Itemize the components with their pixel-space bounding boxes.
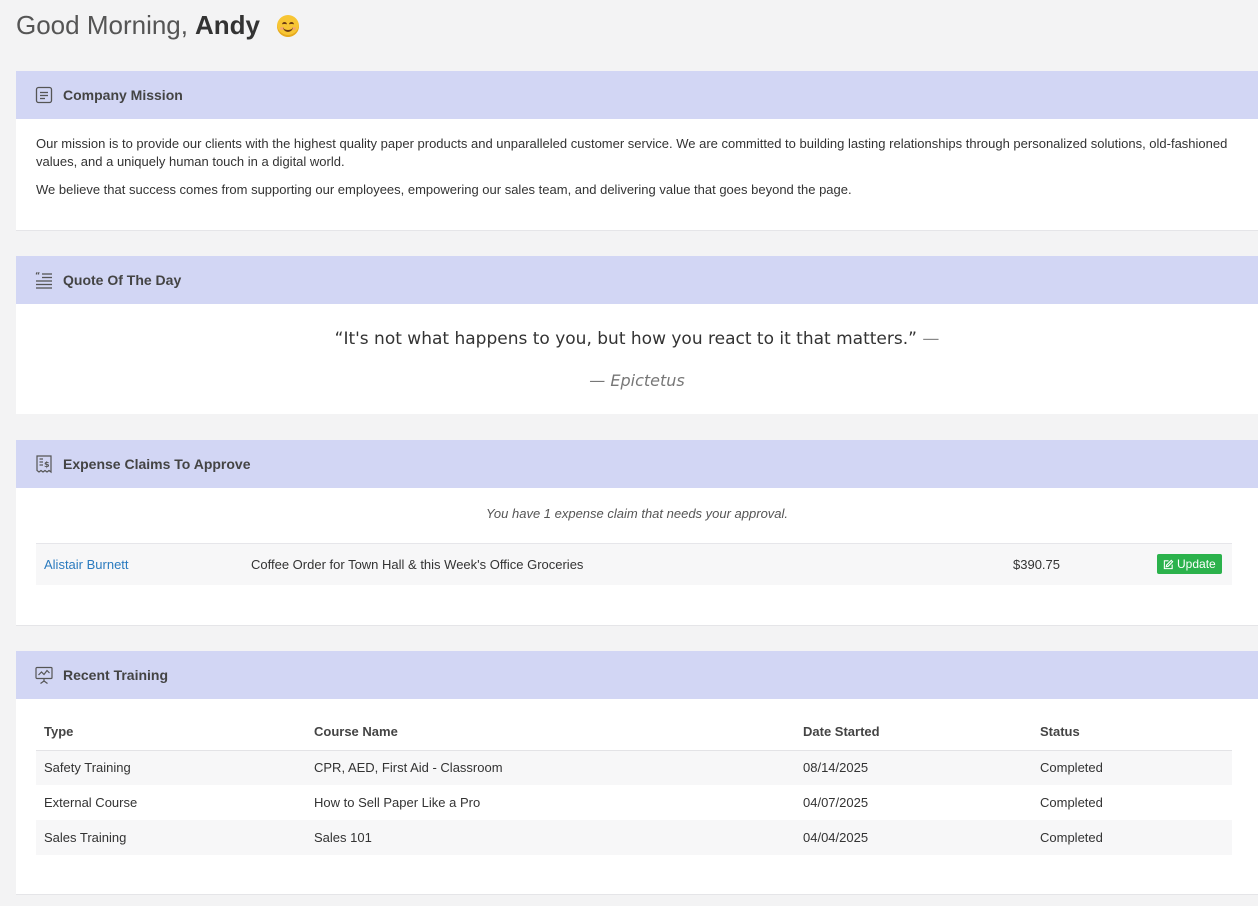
svg-text:$: $ [44, 460, 50, 469]
table-row: Safety Training CPR, AED, First Aid - Cl… [36, 750, 1232, 785]
mission-paragraph: Our mission is to provide our clients wi… [36, 136, 1228, 169]
company-mission-title: Company Mission [63, 87, 183, 103]
expense-claims-note: You have 1 expense claim that needs your… [485, 506, 789, 521]
greeting-user-name: Andy [194, 10, 260, 40]
svg-text:“: “ [35, 271, 40, 280]
training-table: Type Course Name Date Started Status Saf… [36, 714, 1232, 855]
update-claim-label: Update [1177, 557, 1216, 571]
quote-of-the-day-panel: “ Quote Of The Day “It's not what happen… [16, 256, 1258, 414]
training-status: Completed [1040, 795, 1103, 810]
quote-author: — Epictetus [589, 371, 685, 390]
recent-training-panel: Recent Training Type Course Name Date St… [16, 651, 1258, 895]
expense-claim-row: Alistair Burnett Coffee Order for Town H… [36, 543, 1232, 585]
quote-list-icon: “ [34, 270, 54, 290]
table-row: External Course How to Sell Paper Like a… [36, 785, 1232, 820]
company-mission-body: Our mission is to provide our clients wi… [16, 119, 1258, 215]
quote-text: “It's not what happens to you, but how y… [16, 329, 1258, 349]
training-table-header-row: Type Course Name Date Started Status [36, 714, 1232, 751]
presentation-chart-icon [34, 665, 54, 685]
claim-description: Coffee Order for Town Hall & this Week's… [251, 557, 584, 572]
mission-paragraph: We believe that success comes from suppo… [36, 182, 852, 197]
training-type: Sales Training [36, 820, 306, 855]
receipt-icon: $ [34, 454, 54, 474]
column-header-date-started: Date Started [795, 714, 1032, 751]
date-started: 04/04/2025 [795, 820, 1032, 855]
expense-claims-title: Expense Claims To Approve [63, 456, 251, 472]
recent-training-header: Recent Training [16, 651, 1258, 699]
quote-body: “It's not what happens to you, but how y… [334, 329, 917, 349]
smiley-emoji-icon [276, 14, 299, 37]
column-header-type: Type [36, 714, 306, 751]
column-header-status: Status [1032, 714, 1232, 751]
course-name: CPR, AED, First Aid - Classroom [306, 750, 795, 785]
document-icon [34, 85, 54, 105]
company-mission-header: Company Mission [16, 71, 1258, 119]
quote-trailing-dash: — [922, 329, 940, 349]
date-started: 04/07/2025 [803, 795, 869, 810]
quote-of-the-day-header: “ Quote Of The Day [16, 256, 1258, 304]
company-mission-panel: Company Mission Our mission is to provid… [16, 71, 1258, 231]
greeting-prefix: Good Morning, [16, 10, 188, 40]
course-name: Sales 101 [306, 820, 795, 855]
date-started: 08/14/2025 [795, 750, 1032, 785]
table-row: Sales Training Sales 101 04/04/2025 Comp… [36, 820, 1232, 855]
update-claim-button[interactable]: Update [1157, 554, 1222, 574]
training-type: Safety Training [36, 750, 306, 785]
course-name: How to Sell Paper Like a Pro [314, 795, 481, 810]
quote-of-the-day-title: Quote Of The Day [63, 272, 182, 288]
column-header-course-name: Course Name [306, 714, 795, 751]
claim-amount: $390.75 [1013, 557, 1060, 572]
claimant-link[interactable]: Alistair Burnett [44, 557, 129, 572]
expense-claims-panel: $ Expense Claims To Approve You have 1 e… [16, 440, 1258, 626]
expense-claims-header: $ Expense Claims To Approve [16, 440, 1258, 488]
recent-training-title: Recent Training [63, 667, 169, 683]
training-status: Completed [1032, 820, 1232, 855]
training-status: Completed [1032, 750, 1232, 785]
edit-icon [1163, 559, 1174, 569]
training-type: External Course [44, 795, 138, 810]
greeting: Good Morning, Andy [16, 10, 299, 41]
